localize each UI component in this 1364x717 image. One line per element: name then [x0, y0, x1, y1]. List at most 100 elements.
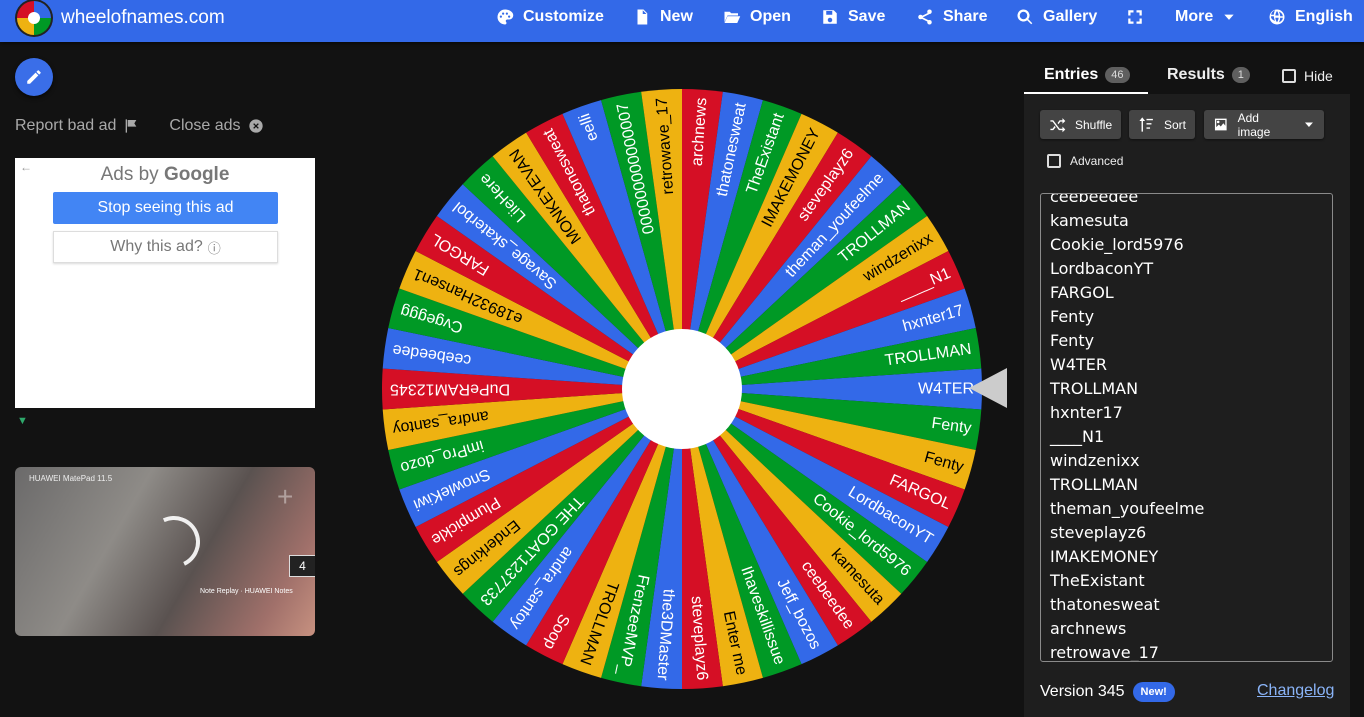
- video-ad-caption: Note Replay · HUAWEI Notes: [200, 588, 293, 595]
- language-button[interactable]: English: [1268, 0, 1353, 34]
- entries-panel: Shuffle Sort Add image Advanced ceebeede…: [1024, 94, 1350, 717]
- version-label: Version 345: [1040, 683, 1125, 700]
- hide-toggle[interactable]: Hide: [1282, 68, 1333, 84]
- changelog-link[interactable]: Changelog: [1257, 682, 1334, 700]
- entry-line: archnews: [1050, 619, 1127, 638]
- advanced-label: Advanced: [1070, 154, 1124, 168]
- version-info: Version 345 New!: [1040, 682, 1175, 702]
- advanced-toggle[interactable]: Advanced: [1047, 154, 1123, 168]
- caret-down-icon: [1224, 14, 1234, 20]
- hide-checkbox[interactable]: [1282, 69, 1296, 83]
- new-label: New: [660, 8, 693, 25]
- ad-links: Report bad ad Close ads: [15, 117, 264, 135]
- entry-line: retrowave_17: [1050, 643, 1159, 662]
- top-bar: wheelofnames.com Customize New Open Save…: [0, 0, 1364, 42]
- gallery-label: Gallery: [1043, 8, 1098, 25]
- google-ad-box: ← Ads by Google Stop seeing this ad Why …: [15, 158, 315, 408]
- close-ads-label: Close ads: [169, 117, 241, 134]
- sort-button[interactable]: Sort: [1129, 110, 1196, 139]
- entries-count-badge: 46: [1105, 67, 1130, 83]
- close-circle-icon: [248, 119, 263, 133]
- fullscreen-button[interactable]: [1126, 0, 1144, 34]
- info-icon: ⓘ: [207, 240, 221, 256]
- language-label: English: [1295, 8, 1353, 25]
- entry-line: TheExistant: [1050, 571, 1145, 590]
- entries-list: ceebeedee kamesuta Cookie_lord5976 Lordbaco…: [1050, 193, 1204, 662]
- sort-label: Sort: [1164, 117, 1187, 132]
- tab-results[interactable]: Results 1: [1167, 66, 1250, 84]
- gallery-button[interactable]: Gallery: [1016, 0, 1097, 34]
- folder-open-icon: [724, 11, 741, 23]
- wheel-center[interactable]: [622, 329, 742, 449]
- wheel-pointer-icon: [969, 368, 1007, 408]
- shuffle-label: Shuffle: [1075, 117, 1113, 132]
- entry-line: LordbaconYT: [1050, 259, 1154, 278]
- customize-label: Customize: [523, 8, 604, 25]
- entry-line: FARGOL: [1050, 283, 1114, 302]
- why-this-ad-button[interactable]: Why this ad? ⓘ: [53, 231, 278, 263]
- shuffle-button[interactable]: Shuffle: [1040, 110, 1122, 139]
- palette-icon: [497, 9, 514, 25]
- video-ad[interactable]: HUAWEI MatePad 11.5 + 4 Note Replay · HU…: [15, 467, 315, 636]
- open-label: Open: [750, 8, 791, 25]
- file-icon: [637, 9, 648, 25]
- video-ad-counter: 4: [289, 555, 315, 577]
- entry-line: windzenixx: [1050, 451, 1140, 470]
- entries-textarea[interactable]: ceebeedee kamesuta Cookie_lord5976 Lordbaco…: [1040, 193, 1333, 662]
- edit-button[interactable]: [15, 58, 53, 96]
- share-icon: [918, 9, 932, 25]
- spin-wheel[interactable]: W4TER Fenty Fenty FARGOL LordbaconYT Cookie_l…: [382, 89, 982, 689]
- google-brand: Google: [163, 164, 230, 185]
- entry-line: Cookie_lord5976: [1050, 235, 1184, 254]
- wheel-logo-icon[interactable]: [14, 0, 54, 38]
- sort-icon: [1139, 117, 1153, 132]
- globe-icon: [1269, 9, 1285, 25]
- entry-line: kamesuta: [1050, 211, 1129, 230]
- why-this-ad-label: Why this ad?: [110, 238, 203, 255]
- share-label: Share: [943, 8, 988, 25]
- adchoices-icon[interactable]: ▼: [17, 415, 28, 427]
- entry-line: Fenty: [1050, 307, 1095, 326]
- fullscreen-icon: [1128, 10, 1142, 24]
- caret-down-icon: [1305, 122, 1314, 127]
- wheel-graphic[interactable]: W4TERFentyFentyFARGOLLordbaconYTCookie_l…: [382, 89, 982, 689]
- add-image-label: Add image: [1237, 110, 1271, 139]
- entry-line: W4TER: [1050, 355, 1107, 374]
- pencil-icon: [27, 70, 41, 84]
- new-button[interactable]: New: [633, 0, 693, 34]
- close-ads-link[interactable]: Close ads: [169, 117, 263, 135]
- search-icon: [1017, 9, 1033, 25]
- entry-line: Fenty: [1050, 331, 1095, 350]
- entry-line: TROLLMAN: [1050, 379, 1139, 398]
- entry-line: thatonesweat: [1050, 595, 1160, 614]
- entry-line: IMAKEMONEY: [1050, 547, 1159, 566]
- loading-spinner-icon: [140, 508, 208, 576]
- stop-seeing-ad-button[interactable]: Stop seeing this ad: [53, 192, 278, 224]
- save-button[interactable]: Save: [821, 0, 885, 34]
- new-badge: New!: [1132, 682, 1175, 702]
- tab-entries[interactable]: Entries 46: [1044, 66, 1130, 84]
- ads-by-prefix: Ads by: [100, 164, 159, 185]
- plus-icon: +: [277, 481, 294, 512]
- site-name[interactable]: wheelofnames.com: [61, 7, 225, 29]
- wheel-segment-label: DuPeRAM12345: [390, 381, 510, 398]
- entry-line: TROLLMAN: [1050, 475, 1139, 494]
- shuffle-icon: [1050, 118, 1066, 133]
- hide-label: Hide: [1304, 68, 1333, 84]
- entry-line: ceebeedee: [1050, 193, 1139, 206]
- ads-by-google: Ads by Google: [15, 164, 315, 186]
- advanced-checkbox[interactable]: [1047, 154, 1061, 168]
- customize-button[interactable]: Customize: [496, 0, 604, 34]
- tab-entries-label: Entries: [1044, 66, 1099, 83]
- image-icon: [1214, 118, 1227, 131]
- more-label: More: [1175, 8, 1214, 25]
- floppy-disk-icon: [823, 10, 837, 24]
- report-bad-ad-link[interactable]: Report bad ad: [15, 117, 139, 135]
- report-bad-ad-label: Report bad ad: [15, 117, 117, 134]
- open-button[interactable]: Open: [723, 0, 791, 34]
- more-button[interactable]: More: [1175, 0, 1236, 34]
- flag-icon: [126, 119, 137, 133]
- add-image-button[interactable]: Add image: [1204, 110, 1324, 139]
- share-button[interactable]: Share: [916, 0, 987, 34]
- entry-line: steveplayz6: [1050, 523, 1147, 542]
